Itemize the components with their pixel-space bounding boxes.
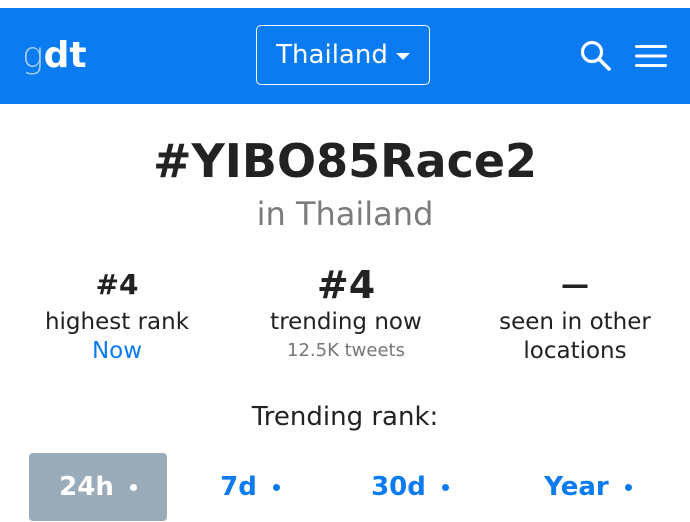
highest-rank-time-link[interactable]: Now <box>2 337 232 366</box>
other-locations-label-line1: seen in other <box>499 309 651 335</box>
trending-now-label: trending now <box>270 309 422 335</box>
stat-trending-now: #4 trending now 12.5K tweets <box>231 262 461 365</box>
tab-year-label: Year <box>544 472 609 502</box>
hamburger-menu-icon <box>635 45 667 67</box>
tweet-count: 12.5K tweets <box>287 340 405 361</box>
stat-highest-rank: #4 highest rank Now <box>2 262 232 366</box>
dot-icon <box>441 483 449 491</box>
logo-letter-g: g <box>22 35 44 76</box>
location-subtitle: in Thailand <box>256 195 434 233</box>
highest-rank-value: #4 <box>95 268 139 301</box>
tab-30d[interactable]: 30d <box>340 453 480 521</box>
dot-icon <box>272 483 280 491</box>
tab-7d-label: 7d <box>220 472 257 502</box>
country-dropdown-label: Thailand <box>276 40 388 70</box>
other-locations-value: — <box>561 268 589 301</box>
tab-7d[interactable]: 7d <box>190 453 310 521</box>
tab-24h[interactable]: 24h <box>29 453 167 521</box>
hashtag-title: #YIBO85Race2 <box>152 134 538 188</box>
caret-down-icon <box>395 53 410 60</box>
menu-button[interactable] <box>633 38 669 74</box>
top-navbar: gdt Thailand <box>0 8 690 104</box>
tab-24h-label: 24h <box>59 472 114 502</box>
logo-letters-dt: dt <box>43 35 87 76</box>
search-button[interactable] <box>578 38 614 74</box>
search-icon <box>580 40 611 71</box>
dot-icon <box>129 483 137 491</box>
dot-icon <box>624 483 632 491</box>
highest-rank-label: highest rank <box>44 309 190 335</box>
stat-other-locations: — seen in other locations <box>460 262 690 366</box>
trending-rank-heading: Trending rank: <box>251 402 439 432</box>
tab-year[interactable]: Year <box>518 453 658 521</box>
trending-now-value: #4 <box>316 263 376 307</box>
other-locations-label-line2: locations <box>523 338 627 364</box>
tab-30d-label: 30d <box>371 472 426 502</box>
country-dropdown-button[interactable]: Thailand <box>256 25 430 85</box>
site-logo[interactable]: gdt <box>22 36 87 76</box>
